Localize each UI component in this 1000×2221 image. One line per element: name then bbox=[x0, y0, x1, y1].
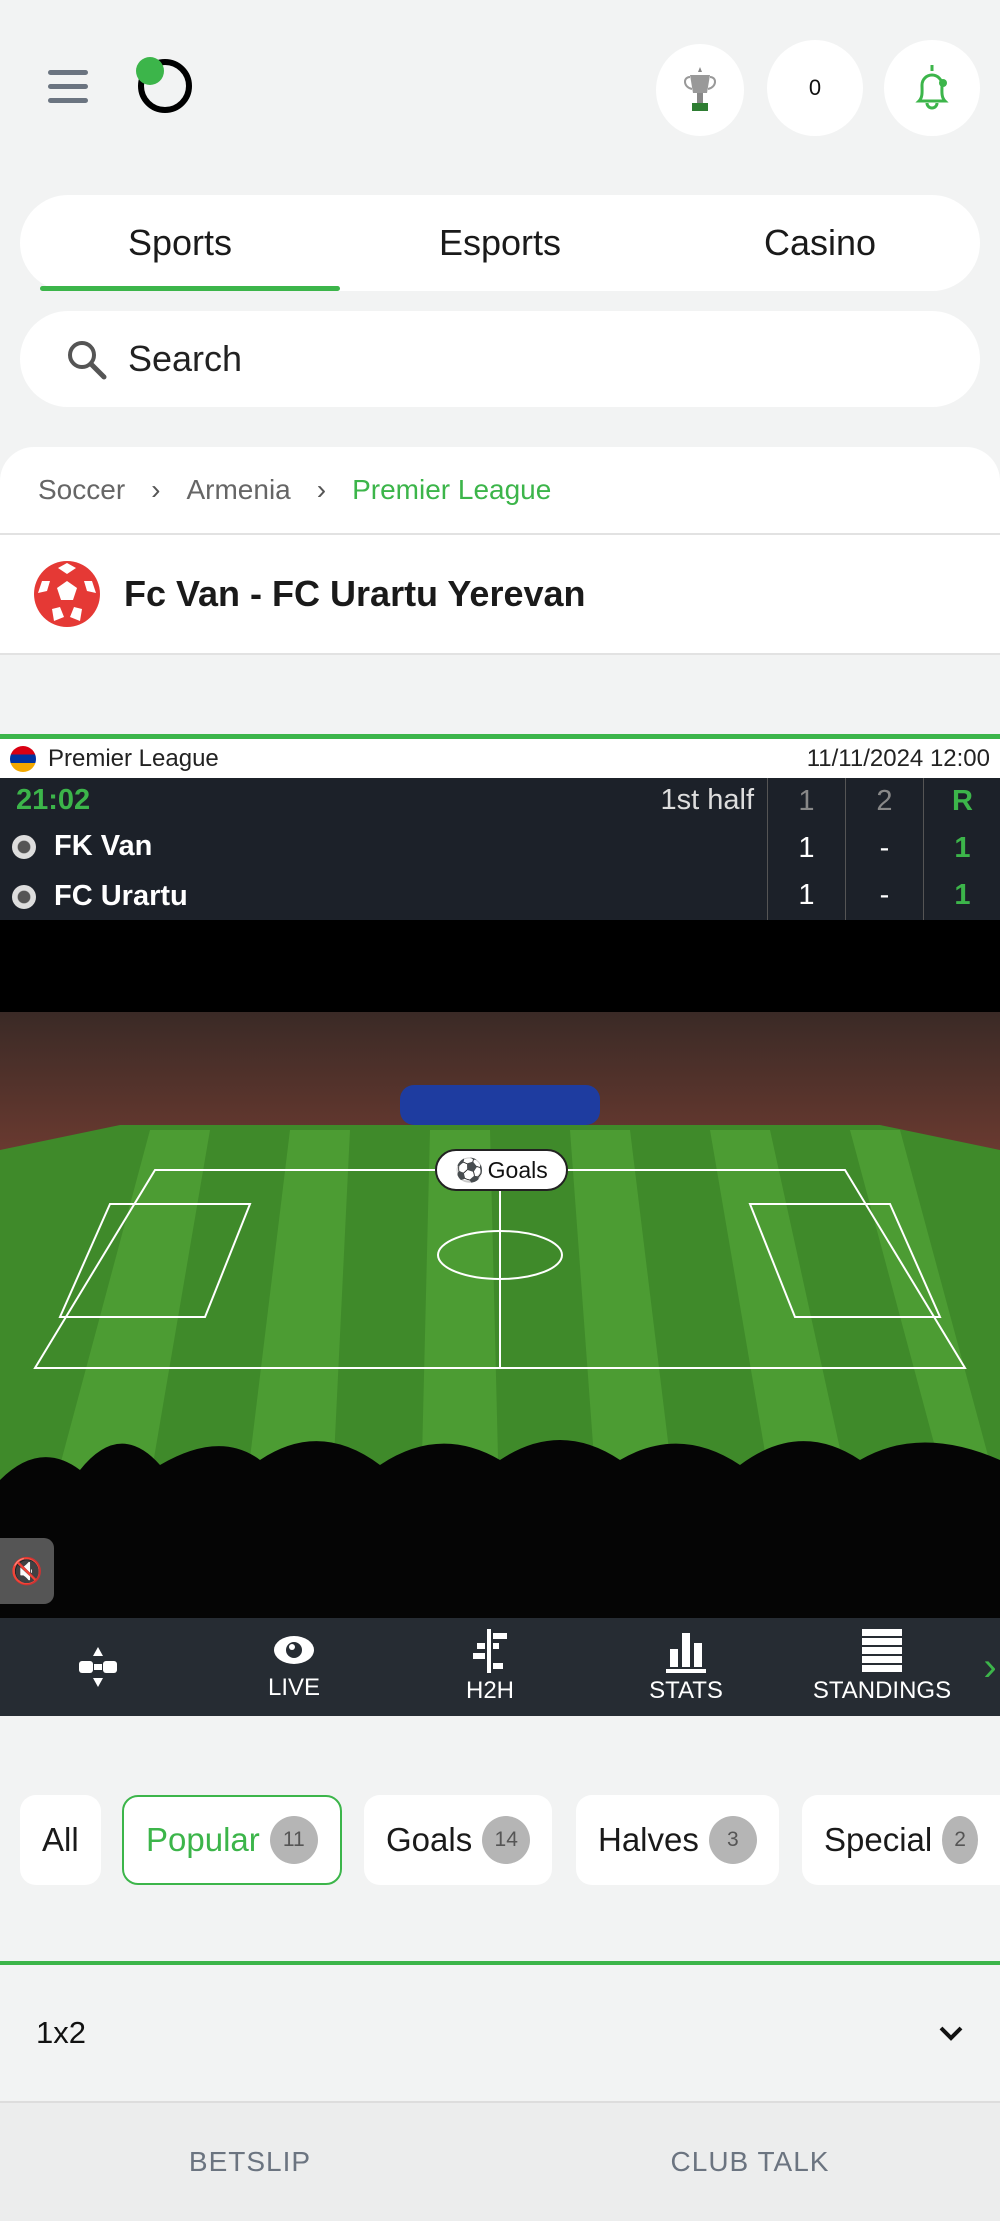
tab-esports[interactable]: Esports bbox=[340, 195, 660, 291]
bottom-bar: BETSLIP CLUB TALK bbox=[0, 2101, 1000, 2221]
breadcrumb-armenia[interactable]: Armenia bbox=[186, 474, 290, 506]
breadcrumb-soccer[interactable]: Soccer bbox=[38, 474, 125, 506]
table-icon bbox=[862, 1629, 902, 1672]
tab-casino[interactable]: Casino bbox=[660, 195, 980, 291]
filter-special[interactable]: Special 2 bbox=[802, 1795, 1000, 1885]
nav-h2h[interactable]: H2H bbox=[392, 1618, 588, 1716]
pitch-graphic bbox=[0, 1012, 1000, 1618]
match-header: Fc Van - FC Urartu Yerevan bbox=[0, 535, 1000, 655]
tab-sports[interactable]: Sports bbox=[20, 195, 340, 291]
count-badge: 14 bbox=[482, 1816, 531, 1864]
event-label: ⚽ Goals bbox=[435, 1149, 568, 1191]
filter-popular[interactable]: Popular 11 bbox=[122, 1795, 342, 1885]
soccer-ball-icon bbox=[34, 561, 100, 627]
menu-icon[interactable] bbox=[48, 70, 88, 106]
match-title: Fc Van - FC Urartu Yerevan bbox=[124, 573, 586, 614]
filter-all[interactable]: All bbox=[20, 1795, 101, 1885]
chevron-right-icon: › bbox=[316, 474, 327, 505]
search-placeholder: Search bbox=[128, 338, 243, 379]
armenia-flag-icon bbox=[10, 745, 36, 772]
club-talk-button[interactable]: CLUB TALK bbox=[500, 2103, 1000, 2221]
team-name: FK Van bbox=[54, 830, 153, 862]
count-badge: 2 bbox=[942, 1816, 978, 1864]
team-home: FK Van bbox=[12, 830, 152, 863]
mute-button[interactable]: 🔇 bbox=[0, 1538, 54, 1604]
chevron-right-icon[interactable]: › bbox=[980, 1618, 1000, 1716]
logo-icon[interactable] bbox=[136, 57, 194, 115]
soccer-ball-icon: ⚽ bbox=[455, 1156, 484, 1183]
h2h-icon bbox=[473, 1629, 507, 1673]
score-col-2: 2-- bbox=[845, 778, 923, 920]
breadcrumb-league[interactable]: Premier League bbox=[352, 474, 551, 506]
breadcrumb: Soccer › Armenia › Premier League bbox=[0, 447, 1000, 535]
match-datetime: 11/11/2024 12:00 bbox=[806, 744, 990, 772]
search-icon bbox=[68, 341, 107, 380]
main-tabs: Sports Esports Casino bbox=[20, 195, 980, 291]
match-clock: 21:02 bbox=[16, 784, 91, 816]
notifications-button[interactable] bbox=[884, 40, 980, 136]
chevron-down-icon bbox=[939, 2026, 963, 2041]
score-col-r: R11 bbox=[923, 778, 1000, 920]
scoreboard: Premier League 11/11/2024 12:00 21:02 1s… bbox=[0, 734, 1000, 920]
notification-bell-icon bbox=[915, 65, 949, 110]
chevron-right-icon: › bbox=[151, 474, 161, 505]
filter-halves[interactable]: Halves 3 bbox=[576, 1795, 779, 1885]
nav-live[interactable]: LIVE bbox=[196, 1618, 392, 1716]
team-name: FC Urartu bbox=[54, 880, 188, 912]
match-period: 1st half bbox=[660, 784, 755, 816]
match-nav: LIVE H2H STATS STANDINGS › bbox=[0, 1618, 1000, 1716]
count-badge: 3 bbox=[708, 1816, 757, 1864]
trophy-button[interactable] bbox=[656, 44, 744, 136]
speaker-muted-icon: 🔇 bbox=[10, 1555, 44, 1586]
balance-button[interactable]: 0 bbox=[767, 40, 863, 136]
eye-icon bbox=[274, 1636, 314, 1664]
bar-chart-icon bbox=[666, 1633, 706, 1673]
market-1x2[interactable]: 1x2 bbox=[0, 1961, 1000, 2101]
score-col-1: 111 bbox=[767, 778, 845, 920]
nav-standings[interactable]: STANDINGS bbox=[784, 1618, 980, 1716]
filter-goals[interactable]: Goals 14 bbox=[364, 1795, 553, 1885]
search-input[interactable]: Search bbox=[20, 311, 980, 407]
league-name: Premier League bbox=[48, 744, 219, 772]
team-away: FC Urartu bbox=[12, 880, 188, 913]
nav-field[interactable] bbox=[0, 1618, 196, 1716]
team-ball-icon bbox=[12, 884, 36, 909]
live-match-tracker[interactable]: ⚽ Goals 🔇 bbox=[0, 920, 1000, 1618]
field-icon bbox=[79, 1647, 117, 1687]
betslip-button[interactable]: BETSLIP bbox=[0, 2103, 500, 2221]
trophy-icon bbox=[684, 67, 716, 111]
team-ball-icon bbox=[12, 834, 36, 859]
market-title: 1x2 bbox=[36, 2015, 86, 2050]
count-badge: 11 bbox=[269, 1816, 318, 1864]
nav-stats[interactable]: STATS bbox=[588, 1618, 784, 1716]
